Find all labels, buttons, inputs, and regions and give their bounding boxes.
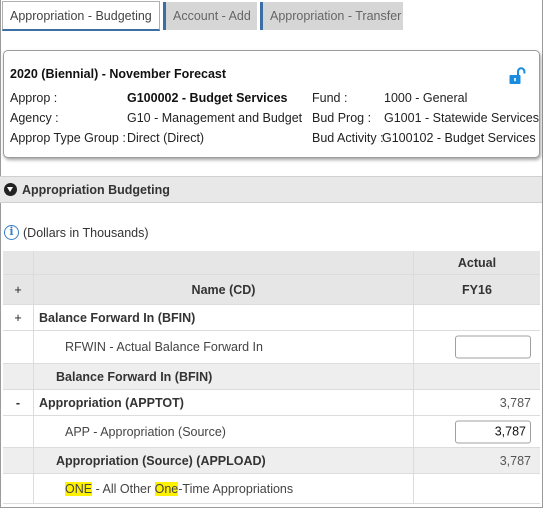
table-row: APP - Appropriation (Source) [3, 416, 540, 448]
row-name: Balance Forward In (BFIN) [39, 310, 196, 325]
row-name: Appropriation (Source) (APPLOAD) [56, 453, 266, 468]
row-name: RFWIN - Actual Balance Forward In [65, 340, 263, 354]
grid-header-row-1: Actual [3, 251, 540, 275]
section-title: Appropriation Budgeting [22, 183, 170, 197]
agency-label: Agency : [10, 111, 59, 125]
forecast-title: 2020 (Biennial) - November Forecast [10, 67, 227, 81]
tab-account-add[interactable]: Account - Add [163, 2, 257, 30]
row-collapse-toggle[interactable]: - [3, 390, 34, 415]
table-row-subtotal: Balance Forward In (BFIN) [3, 364, 540, 390]
expand-all-toggle[interactable]: + [3, 275, 34, 304]
tab-appropriation-budgeting[interactable]: Appropriation - Budgeting [2, 1, 160, 31]
unlocked-padlock-icon[interactable] [508, 67, 526, 85]
table-row: RFWIN - Actual Balance Forward In [3, 331, 540, 364]
row-name: ONE - All Other One-Time Appropriations [65, 481, 294, 496]
fund-value: 1000 - General [384, 91, 468, 105]
collapse-chevron-icon[interactable] [4, 183, 17, 196]
column-header-fy16[interactable]: FY16 [414, 275, 540, 304]
table-row: - Appropriation (APPTOT) 3,787 [3, 390, 540, 416]
table-row: + Balance Forward In (BFIN) [3, 305, 540, 331]
bud-prog-value: G1001 - Statewide Services [384, 111, 539, 125]
approp-value: G100002 - Budget Services [127, 91, 288, 105]
rfwin-fy16-input[interactable] [455, 335, 531, 359]
row-name: Balance Forward In (BFIN) [56, 369, 213, 384]
column-header-actual: Actual [457, 255, 497, 270]
table-row-subtotal: Appropriation (Source) (APPLOAD) 3,787 [3, 448, 540, 474]
row-name: Appropriation (APPTOT) [39, 395, 184, 410]
search-highlight: One [154, 481, 179, 496]
row-value: 3,787 [499, 453, 531, 468]
header-card: 2020 (Biennial) - November Forecast Appr… [3, 50, 540, 158]
search-highlight: ONE [65, 481, 93, 496]
bud-activity-label: Bud Activity : [312, 131, 384, 145]
column-header-name[interactable]: Name (CD) [34, 275, 414, 304]
approp-type-group-value: Direct (Direct) [127, 131, 205, 145]
table-row: ONE - All Other One-Time Appropriations [3, 474, 540, 504]
row-value: 3,787 [499, 395, 531, 410]
fund-label: Fund : [312, 91, 348, 105]
row-name: APP - Appropriation (Source) [65, 424, 226, 439]
bud-prog-label: Bud Prog : [312, 111, 372, 125]
section-appropriation-budgeting[interactable]: Appropriation Budgeting [0, 176, 542, 203]
approp-type-group-label: Approp Type Group : [10, 131, 126, 145]
tab-bar: Appropriation - Budgeting Account - Add … [0, 0, 543, 31]
agency-value: G10 - Management and Budget [127, 111, 303, 125]
row-expand-toggle[interactable]: + [3, 305, 34, 330]
approp-label: Approp : [10, 91, 58, 105]
tab-appropriation-transfer[interactable]: Appropriation - Transfer [260, 2, 403, 30]
bud-activity-value: G100102 - Budget Services [382, 131, 536, 145]
info-icon: i [4, 225, 19, 240]
grid-header-row-2: + Name (CD) FY16 [3, 275, 540, 305]
units-note: (Dollars in Thousands) [23, 226, 149, 240]
app-fy16-input[interactable] [455, 420, 531, 443]
